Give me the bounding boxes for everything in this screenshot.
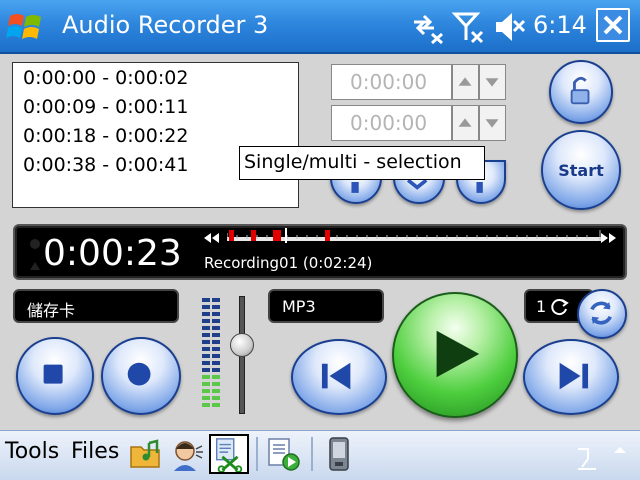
record-icon xyxy=(127,362,151,386)
end-time-field[interactable]: 0:00:00 xyxy=(331,105,452,141)
triangle-down-icon xyxy=(485,78,499,87)
list-item[interactable]: 0:00:38 - 0:00:41 xyxy=(23,154,188,176)
play-button[interactable] xyxy=(392,292,518,418)
start-time-spinner: 0:00:00 xyxy=(331,64,507,100)
spin-up-button[interactable] xyxy=(452,105,479,141)
volume-slider-handle[interactable] xyxy=(230,333,254,357)
list-item[interactable]: 0:00:18 - 0:00:22 xyxy=(23,125,188,147)
list-item[interactable]: 0:00:09 - 0:00:11 xyxy=(23,96,188,118)
previous-button[interactable] xyxy=(291,339,387,415)
bottom-toolbar: Tools Files xyxy=(0,430,640,480)
signal-off-icon[interactable] xyxy=(452,10,486,44)
stop-icon xyxy=(43,364,63,384)
level-meter xyxy=(202,298,220,407)
triangle-up-icon xyxy=(458,118,472,127)
toolbar-separator xyxy=(256,437,258,471)
spin-up-button[interactable] xyxy=(452,64,479,100)
skip-back-icon xyxy=(321,362,351,390)
device-icon[interactable] xyxy=(320,435,358,473)
lock-button[interactable] xyxy=(549,60,613,124)
selection-marker xyxy=(229,230,234,241)
start-button-label: Start xyxy=(558,160,604,180)
title-bar: Audio Recorder 3 6:14 xyxy=(0,0,640,54)
start-time-field[interactable]: 0:00:00 xyxy=(331,64,452,100)
close-icon xyxy=(603,15,623,35)
playlist-icon[interactable] xyxy=(264,435,302,473)
triangle-up-icon xyxy=(458,77,472,86)
storage-location[interactable]: 儲存卡 xyxy=(13,289,179,323)
start-button[interactable]: Start xyxy=(541,130,621,210)
record-button[interactable] xyxy=(101,337,181,415)
folder-music-icon[interactable] xyxy=(127,435,165,473)
unlock-icon xyxy=(570,76,590,105)
selection-marker xyxy=(273,230,281,241)
selection-marker xyxy=(251,230,256,241)
edit-cut-button[interactable] xyxy=(209,434,249,474)
repeat-icon xyxy=(590,301,612,325)
format-selector[interactable]: MP3 xyxy=(268,289,384,323)
end-time-spinner: 0:00:00 xyxy=(331,105,507,141)
toolbar-separator xyxy=(311,437,313,471)
recording-name: Recording01 (0:02:24) xyxy=(204,254,373,272)
repeat-count: 1 xyxy=(536,297,547,316)
spin-down-button[interactable] xyxy=(479,64,506,100)
spin-down-button[interactable] xyxy=(479,105,506,141)
input-panel-icon[interactable] xyxy=(576,443,626,473)
connectivity-off-icon[interactable] xyxy=(410,10,444,44)
skip-forward-icon xyxy=(559,362,589,390)
repeat-button[interactable] xyxy=(577,289,627,339)
triangle-down-icon xyxy=(485,119,499,128)
menu-files[interactable]: Files xyxy=(71,439,119,464)
timeline-ticks xyxy=(227,228,601,243)
stop-button[interactable] xyxy=(16,337,94,415)
repeat-small-icon xyxy=(551,299,569,316)
status-indicator-icon xyxy=(30,239,40,270)
playback-display: 0:00:23 Recording01 (0:02:24) xyxy=(13,224,627,280)
play-icon xyxy=(436,330,480,378)
list-item[interactable]: 0:00:00 - 0:00:02 xyxy=(23,67,188,89)
app-window: Audio Recorder 3 6:14 0:00:00 - 0:00:02 … xyxy=(0,0,640,480)
clock[interactable]: 6:14 xyxy=(533,11,587,39)
elapsed-time: 0:00:23 xyxy=(43,233,182,274)
selection-marker xyxy=(325,230,330,241)
close-button[interactable] xyxy=(596,8,630,42)
app-title: Audio Recorder 3 xyxy=(62,11,269,39)
speaker-muted-icon[interactable] xyxy=(492,10,526,44)
next-button[interactable] xyxy=(523,339,619,415)
scissors-edit-icon xyxy=(215,438,243,473)
person-speaking-icon[interactable] xyxy=(168,435,206,473)
selection-list[interactable]: 0:00:00 - 0:00:02 0:00:09 - 0:00:11 0:00… xyxy=(12,62,299,208)
fast-forward-icon[interactable] xyxy=(598,232,618,244)
menu-tools[interactable]: Tools xyxy=(5,439,59,464)
rewind-icon[interactable] xyxy=(202,232,222,244)
selection-mode-tooltip: Single/multi - selection xyxy=(239,146,485,180)
windows-start-icon[interactable] xyxy=(6,8,46,46)
playhead[interactable] xyxy=(285,228,287,243)
